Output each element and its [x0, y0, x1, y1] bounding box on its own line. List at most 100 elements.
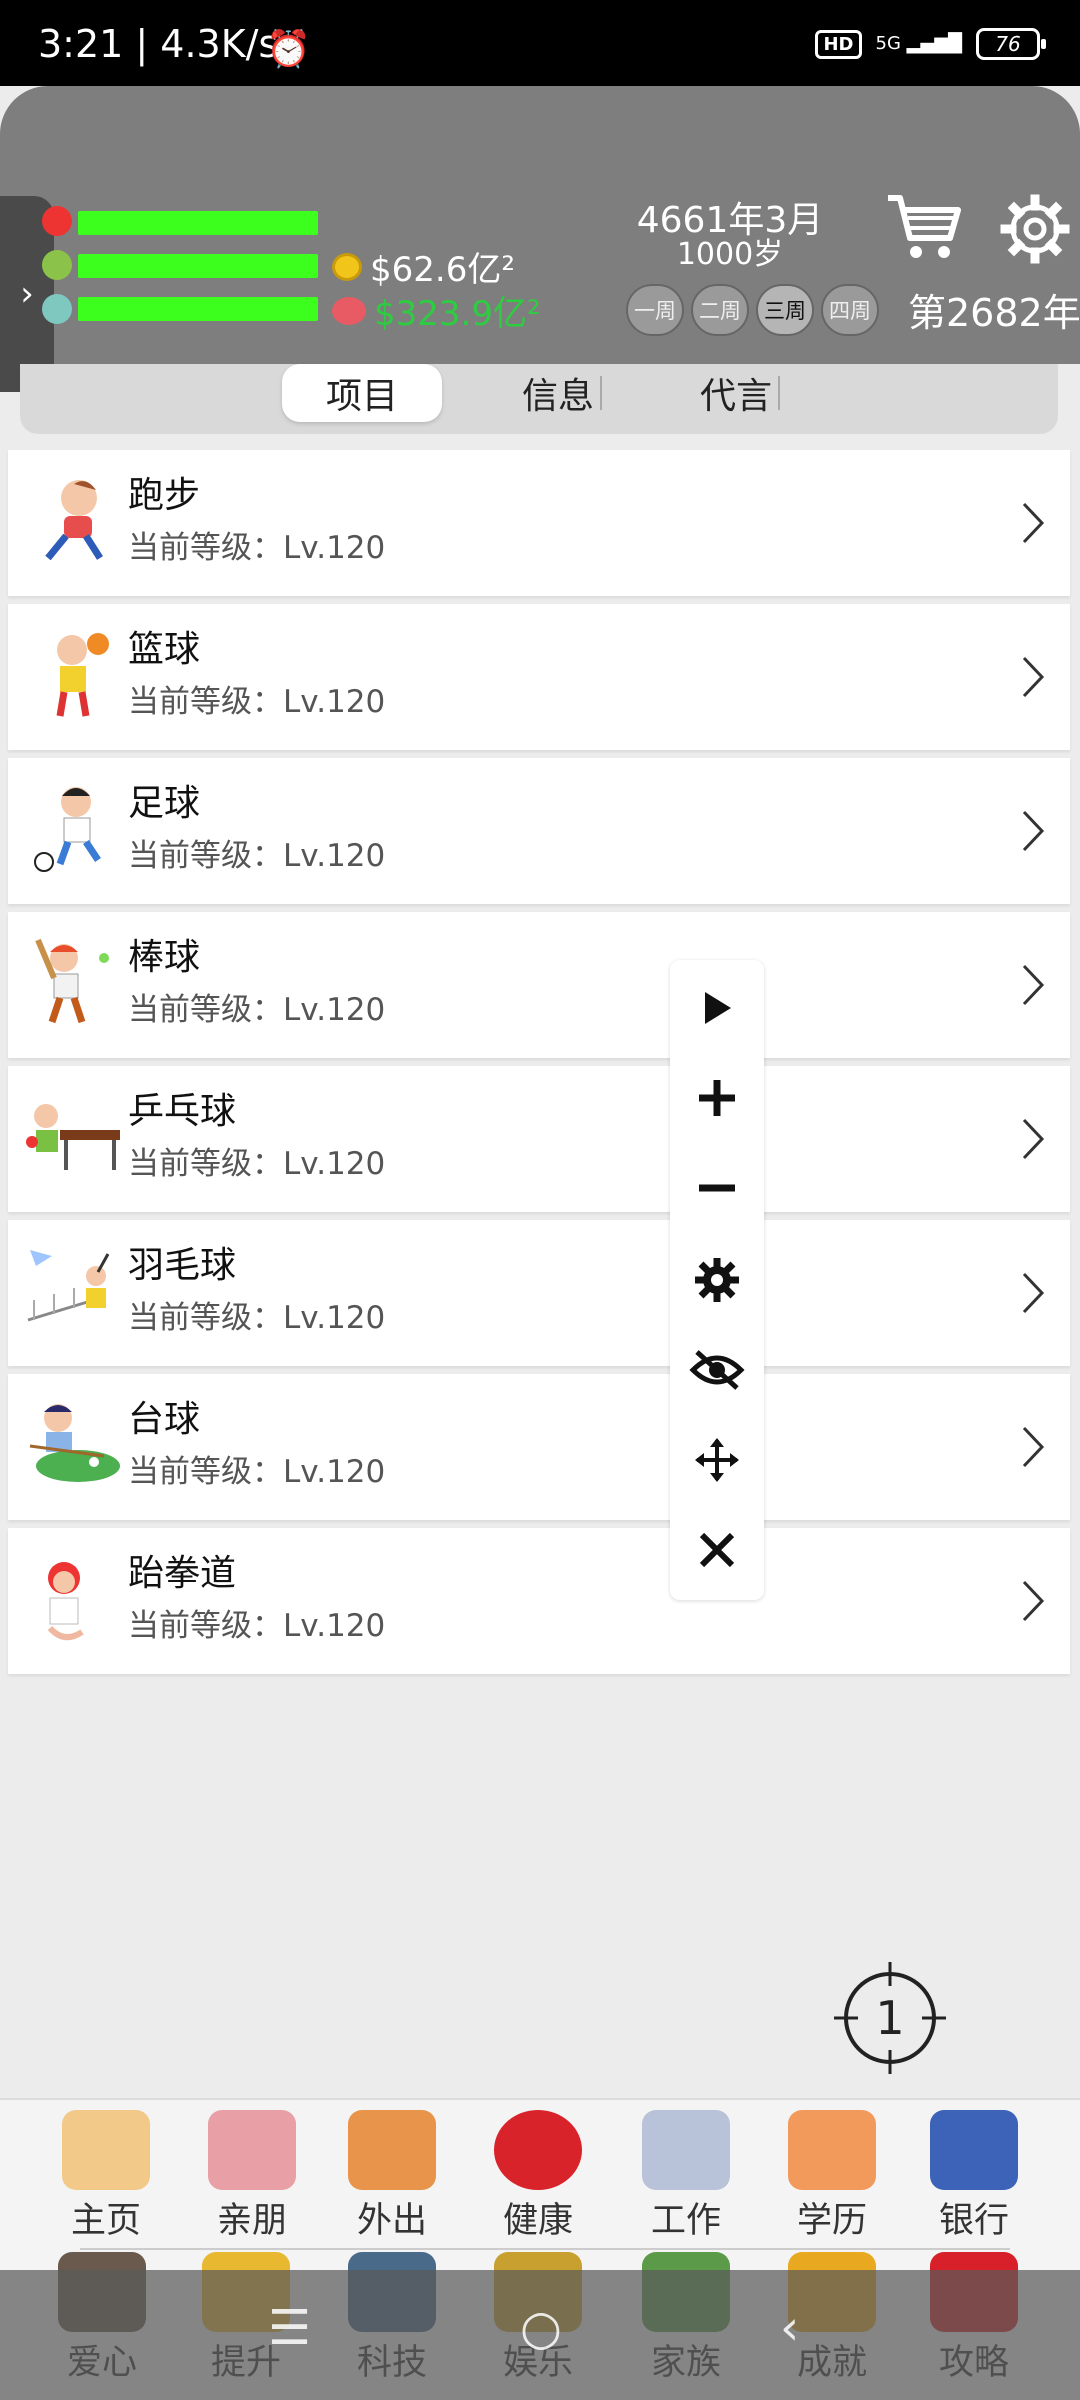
- list-item[interactable]: 羽毛球 当前等级：Lv.120: [8, 1220, 1070, 1366]
- nav-education-label: 学历: [796, 2201, 867, 2241]
- item-level: 当前等级：Lv.120: [128, 530, 386, 566]
- taekwondo-icon: [47, 1562, 84, 1641]
- health-bar: [78, 211, 318, 235]
- badminton-icon: [27, 1250, 110, 1322]
- nav-outing[interactable]: 外出: [332, 2110, 452, 2241]
- item-level: 当前等级：Lv.120: [128, 1608, 386, 1644]
- chevron-right-icon: [1022, 964, 1045, 1006]
- status-time: 3:21 | 4.3K/s: [38, 22, 279, 66]
- eye-off-icon[interactable]: [687, 1340, 747, 1400]
- tab-info-label: 信息: [521, 376, 594, 417]
- age: 1000岁: [676, 237, 784, 272]
- mood-bar: [78, 254, 318, 278]
- item-level: 当前等级：Lv.120: [128, 1146, 386, 1182]
- ping-pong-icon: [26, 1104, 120, 1170]
- item-title: 足球: [128, 783, 201, 824]
- chevron-right-icon: ›: [20, 274, 34, 314]
- list-item[interactable]: 台球 当前等级：Lv.120: [8, 1374, 1070, 1520]
- item-title: 篮球: [128, 629, 201, 670]
- week-button-3[interactable]: 三周: [756, 284, 814, 336]
- back-icon[interactable]: ‹: [780, 2300, 799, 2356]
- list-item[interactable]: 乒乓球 当前等级：Lv.120: [8, 1066, 1070, 1212]
- worker-icon: [642, 2110, 730, 2190]
- tab-projects-label: 项目: [325, 376, 398, 417]
- nav-divider: [80, 2248, 1010, 2250]
- item-level: 当前等级：Lv.120: [128, 684, 386, 720]
- week-button-4[interactable]: 四周: [821, 284, 879, 336]
- money-red-value: $323.9亿²: [374, 294, 541, 334]
- alarm-icon: ⏰: [266, 29, 311, 70]
- chevron-right-icon: [1022, 1118, 1045, 1160]
- menu-icon[interactable]: ☰: [268, 2300, 311, 2356]
- nav-work[interactable]: 工作: [626, 2110, 746, 2241]
- gear-icon[interactable]: [687, 1250, 747, 1310]
- item-title: 跑步: [128, 475, 201, 516]
- nav-home[interactable]: 主页: [46, 2110, 166, 2241]
- signal-icon: 5G ▂▄▆█: [875, 33, 963, 54]
- play-icon[interactable]: [687, 978, 747, 1038]
- handshake-icon: [208, 2110, 296, 2190]
- list-item[interactable]: 篮球 当前等级：Lv.120: [8, 604, 1070, 750]
- crosshair-target-icon[interactable]: 1: [832, 1960, 948, 2076]
- item-title: 乒乓球: [128, 1091, 237, 1132]
- house-icon: [62, 2110, 150, 2190]
- plus-icon[interactable]: [687, 1068, 747, 1128]
- coin-icon: [332, 252, 362, 281]
- week-button-1[interactable]: 一周: [626, 284, 684, 336]
- chevron-right-icon: [1022, 656, 1045, 698]
- week-selector: 一周 二周 三周 四周: [626, 284, 879, 336]
- list-item[interactable]: 棒球 当前等级：Lv.120: [8, 912, 1070, 1058]
- floating-control-panel: [670, 960, 764, 1600]
- chevron-right-icon: [1022, 1580, 1045, 1622]
- tent-icon: [348, 2110, 436, 2190]
- nav-health[interactable]: 健康: [478, 2110, 598, 2241]
- settings-gear-icon[interactable]: [1000, 194, 1070, 264]
- bank-building-icon: [930, 2110, 1018, 2190]
- list-item[interactable]: 跆拳道 当前等级：Lv.120: [8, 1528, 1070, 1674]
- tab-projects[interactable]: 项目: [282, 364, 442, 422]
- chevron-right-icon: [1022, 502, 1045, 544]
- tab-endorsement-label: 代言: [699, 376, 772, 417]
- energy-icon: [42, 294, 72, 324]
- medical-cross-icon: [494, 2110, 582, 2190]
- tab-endorsement[interactable]: 代言: [680, 364, 800, 422]
- chevron-right-icon: [1022, 810, 1045, 852]
- nav-friends-label: 亲朋: [216, 2201, 287, 2241]
- money-gold-value: $62.6亿²: [370, 250, 515, 290]
- happiness-icon: [42, 250, 72, 280]
- network-type: 5G: [875, 33, 901, 54]
- chevron-right-icon: [1022, 1426, 1045, 1468]
- item-title: 跆拳道: [128, 1553, 237, 1594]
- nav-health-label: 健康: [502, 2201, 573, 2241]
- item-level: 当前等级：Lv.120: [128, 838, 386, 874]
- nav-bank[interactable]: 银行: [914, 2110, 1034, 2241]
- nav-education[interactable]: 学历: [772, 2110, 892, 2241]
- energy-bar: [78, 297, 318, 321]
- minus-icon[interactable]: [687, 1158, 747, 1218]
- hd-icon: HD: [815, 29, 862, 59]
- item-level: 当前等级：Lv.120: [128, 1454, 386, 1490]
- nav-work-label: 工作: [650, 2201, 721, 2241]
- item-title: 羽毛球: [128, 1245, 237, 1286]
- move-icon[interactable]: [687, 1430, 747, 1490]
- game-date: 4661年3月: [636, 200, 824, 241]
- nav-friends[interactable]: 亲朋: [192, 2110, 312, 2241]
- nav-outing-label: 外出: [356, 2201, 427, 2241]
- baseball-icon: [35, 938, 109, 1024]
- close-icon[interactable]: [687, 1520, 747, 1580]
- nav-bank-label: 银行: [938, 2201, 1009, 2241]
- piggy-bank-icon: [332, 296, 366, 325]
- week-button-2[interactable]: 二周: [691, 284, 749, 336]
- item-title: 台球: [128, 1399, 201, 1440]
- home-circle-icon[interactable]: ○: [520, 2300, 562, 2356]
- list-item[interactable]: 足球 当前等级：Lv.120: [8, 758, 1070, 904]
- year-counter: 第2682年: [908, 291, 1080, 335]
- list-item[interactable]: 跑步 当前等级：Lv.120: [8, 450, 1070, 596]
- billiards-icon: [29, 1404, 120, 1482]
- soccer-icon: [34, 787, 101, 872]
- student-icon: [788, 2110, 876, 2190]
- item-level: 当前等级：Lv.120: [128, 992, 386, 1028]
- tab-info[interactable]: 信息: [502, 364, 622, 422]
- shopping-cart-icon[interactable]: [884, 188, 964, 268]
- item-title: 棒球: [128, 937, 201, 978]
